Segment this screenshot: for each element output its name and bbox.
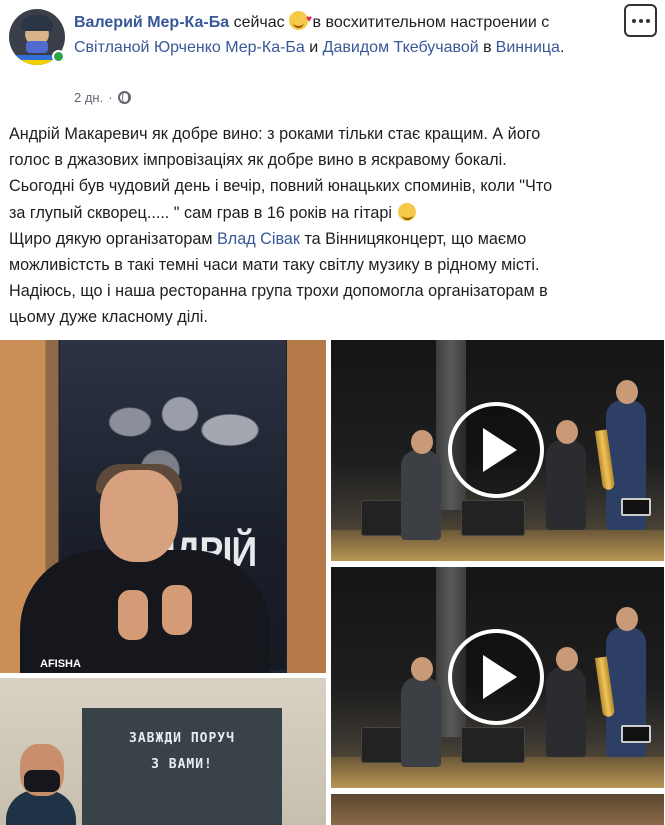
post-header-text: Валерий Мер-Ка-Ба сейчас в восхитительно… [74,7,594,60]
time-now: сейчас [233,14,285,31]
header-period: . [559,39,565,56]
video-tile-1[interactable] [331,340,664,561]
post-header: Валерий Мер-Ка-Ба сейчас в восхитительно… [0,0,665,120]
post-text-line-4: за глупый скворец..... " сам грав в 16 р… [9,203,392,222]
post-text-line: Надіюсь, що і наша ресторанна група трох… [9,282,548,301]
play-icon[interactable] [448,402,544,498]
post-text-line: цьому дуже класному ділі. [9,308,208,327]
photo-grid: НДРІЙ ВИЧ AFISHA ЗАВЖДИ ПОРУЧ З ВАМИ! [0,340,665,825]
tagged-person-1[interactable]: Світланой Юрченко Мер-Ка-Ба [74,39,305,56]
photo-banner[interactable]: ЗАВЖДИ ПОРУЧ З ВАМИ! [0,678,326,825]
post-text-line: Андрій Макаревич як добре вино: з роками… [9,125,541,143]
globe-icon[interactable] [117,91,131,104]
more-options-button[interactable] [624,4,657,37]
tagged-person-2[interactable]: Давидом Ткебучавой [323,39,479,56]
post-text-line: можливістсть в такі темні часи мати таку… [9,256,540,275]
author-name[interactable]: Валерий Мер-Ка-Ба [74,14,229,31]
person-thumbs-up [20,464,270,673]
banner-line-2: З ВАМИ! [151,757,213,772]
feeling-emoji-icon [289,7,312,32]
feeling-text: в восхитительном настроении [312,14,537,31]
meta-separator: · [108,90,113,105]
post-text-line: Щиро дякую організаторам Влад Сівак та В… [9,226,659,252]
play-icon[interactable] [448,629,544,725]
photo-tile-partial[interactable] [331,794,664,825]
video-tile-2[interactable] [331,567,664,788]
banner-line-1: ЗАВЖДИ ПОРУЧ [129,731,235,746]
location-link[interactable]: Винница [496,39,560,56]
online-status-icon [52,50,65,63]
photo-poster[interactable]: НДРІЙ ВИЧ AFISHA [0,340,326,673]
more-dot-icon [645,18,650,23]
poster-brand: AFISHA [40,658,81,670]
thanks-text: Щиро дякую організаторам [9,229,213,248]
post-text-line: Сьогодні був чудовий день і вечір, повни… [9,177,553,196]
post-meta: 2 дн. · [74,90,131,105]
with-word: с [541,14,550,31]
and-word: и [309,39,319,56]
thanks-text-rest: та Вінницяконцерт, що маємо [304,229,527,248]
banner-text: ЗАВЖДИ ПОРУЧ З ВАМИ! [102,726,262,778]
post-body: Андрій Макаревич як добре вино: з роками… [9,121,659,331]
post-text-line: за глупый скворец..... " сам грав в 16 р… [9,200,659,226]
person-with-mask [6,738,76,825]
organizer-link[interactable]: Влад Сівак [217,230,300,248]
in-word: в [483,39,492,56]
more-dot-icon [631,18,636,23]
post-text-line: голос в джазових імпровізаціях як добре … [9,151,507,170]
post-timestamp[interactable]: 2 дн. [74,90,103,105]
smile-emoji-icon [398,202,417,221]
more-dot-icon [638,18,643,23]
